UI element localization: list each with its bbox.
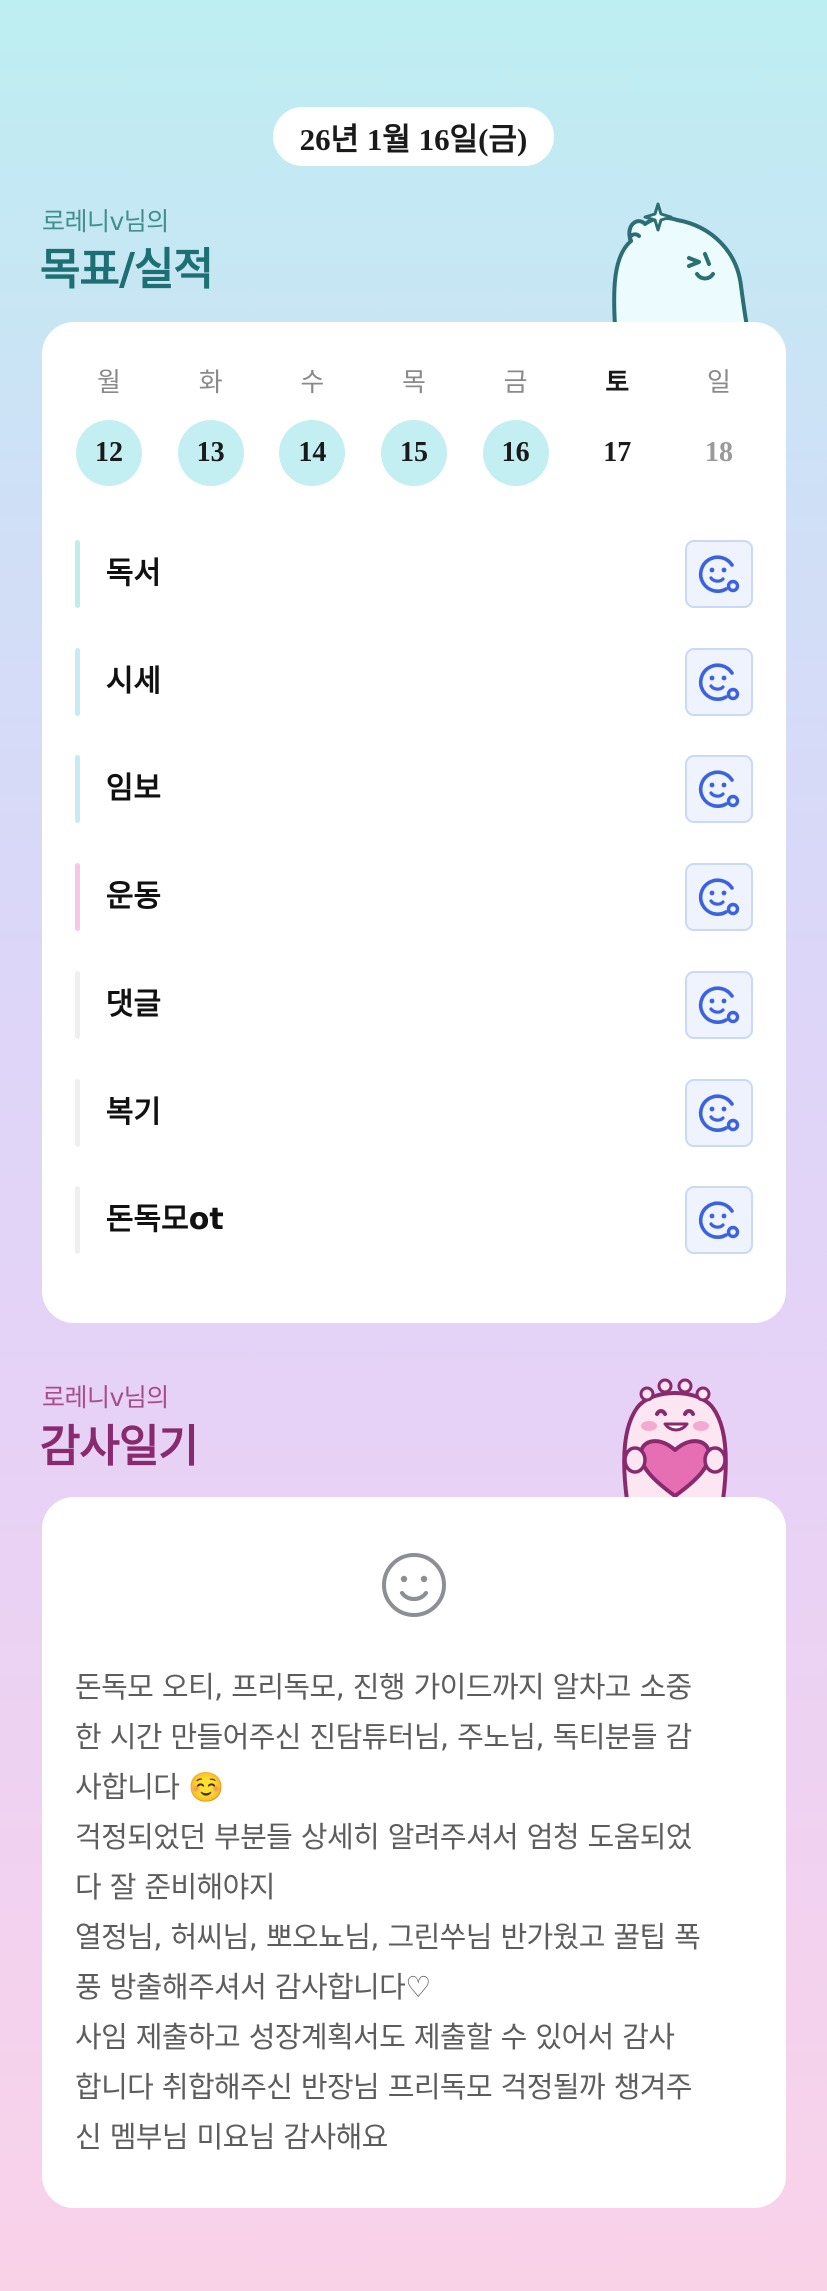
smiley-plus-icon — [698, 770, 740, 808]
day-name: 금 — [503, 368, 528, 398]
day-name: 수 — [300, 368, 325, 398]
goal-check-button[interactable] — [685, 863, 753, 931]
day-mon[interactable]: 월 12 — [75, 366, 143, 486]
goals-card: 월 12 화 13 수 14 목 15 금 16 토 17 일 18 독서 시세… — [42, 322, 786, 1323]
smiley-plus-icon — [698, 878, 740, 916]
day-number: 15 — [380, 420, 447, 486]
day-number: 13 — [177, 420, 244, 486]
goal-color-bar — [75, 1186, 80, 1254]
gratitude-card: 돈독모 오티, 프리독모, 진행 가이드까지 알차고 소중 한 시간 만들어주신… — [42, 1497, 786, 2208]
day-number: 17 — [603, 437, 632, 468]
goal-color-bar — [75, 1079, 80, 1147]
goal-name: 독서 — [106, 556, 162, 591]
gratitude-section-title: 감사일기 — [40, 1421, 199, 1472]
goal-name: 복기 — [106, 1095, 162, 1130]
goal-color-bar — [75, 755, 80, 823]
gratitude-text: 돈독모 오티, 프리독모, 진행 가이드까지 알차고 소중 한 시간 만들어주신… — [75, 1670, 701, 2154]
goal-check-button[interactable] — [685, 1186, 753, 1254]
goal-name: 댓글 — [106, 987, 162, 1022]
day-wed[interactable]: 수 14 — [278, 366, 346, 486]
goals-section-title: 목표/실적 — [40, 244, 214, 295]
day-name: 목 — [402, 368, 426, 398]
day-fri[interactable]: 금 16 — [482, 366, 550, 486]
day-name: 일 — [706, 368, 731, 398]
goal-check-button[interactable] — [685, 648, 753, 716]
goal-row-dondokmo-ot: 돈독모ot — [75, 1186, 753, 1254]
day-name: 토 — [605, 368, 630, 398]
day-number: 18 — [704, 437, 733, 468]
goal-row-review: 복기 — [75, 1079, 753, 1147]
goal-check-button[interactable] — [685, 540, 753, 608]
day-sat[interactable]: 토 17 — [583, 366, 651, 486]
smiley-plus-icon — [698, 1094, 740, 1132]
goal-row-comment: 댓글 — [75, 971, 753, 1039]
day-thu[interactable]: 목 15 — [380, 366, 448, 486]
smiley-plus-icon — [698, 555, 740, 593]
goal-row-imbo: 임보 — [75, 755, 753, 823]
ghost-mascot — [612, 202, 749, 326]
day-name: 월 — [97, 368, 121, 398]
goal-check-button[interactable] — [685, 1079, 753, 1147]
date-pill[interactable]: 26년 1월 16일(금) — [273, 107, 554, 166]
goal-check-button[interactable] — [685, 971, 753, 1039]
day-number: 16 — [482, 420, 549, 486]
day-tue[interactable]: 화 13 — [177, 366, 245, 486]
day-number: 12 — [76, 420, 142, 486]
smiley-plus-icon — [698, 1201, 740, 1239]
goal-row-exercise: 운동 — [75, 863, 753, 931]
smiley-plus-icon — [698, 663, 740, 701]
goal-color-bar — [75, 540, 80, 608]
goal-name: 돈독모ot — [106, 1202, 224, 1237]
goal-name: 시세 — [106, 664, 162, 699]
goal-color-bar — [75, 863, 80, 931]
gratitude-user-label: 로레니v님의 — [42, 1383, 169, 1412]
week-calendar: 월 12 화 13 수 14 목 15 금 16 토 17 일 18 — [75, 366, 753, 486]
goal-row-market: 시세 — [75, 648, 753, 716]
goal-check-button[interactable] — [685, 755, 753, 823]
goal-color-bar — [75, 971, 80, 1039]
goal-row-reading: 독서 — [75, 540, 753, 608]
day-number: 14 — [279, 420, 346, 486]
goal-name: 임보 — [106, 771, 162, 806]
smiley-face-icon[interactable] — [380, 1551, 448, 1619]
day-name: 화 — [198, 368, 223, 398]
day-sun[interactable]: 일 18 — [685, 366, 753, 486]
heart-mascot — [622, 1378, 728, 1500]
goal-color-bar — [75, 648, 80, 716]
goal-name: 운동 — [106, 879, 162, 914]
smiley-plus-icon — [698, 986, 740, 1024]
